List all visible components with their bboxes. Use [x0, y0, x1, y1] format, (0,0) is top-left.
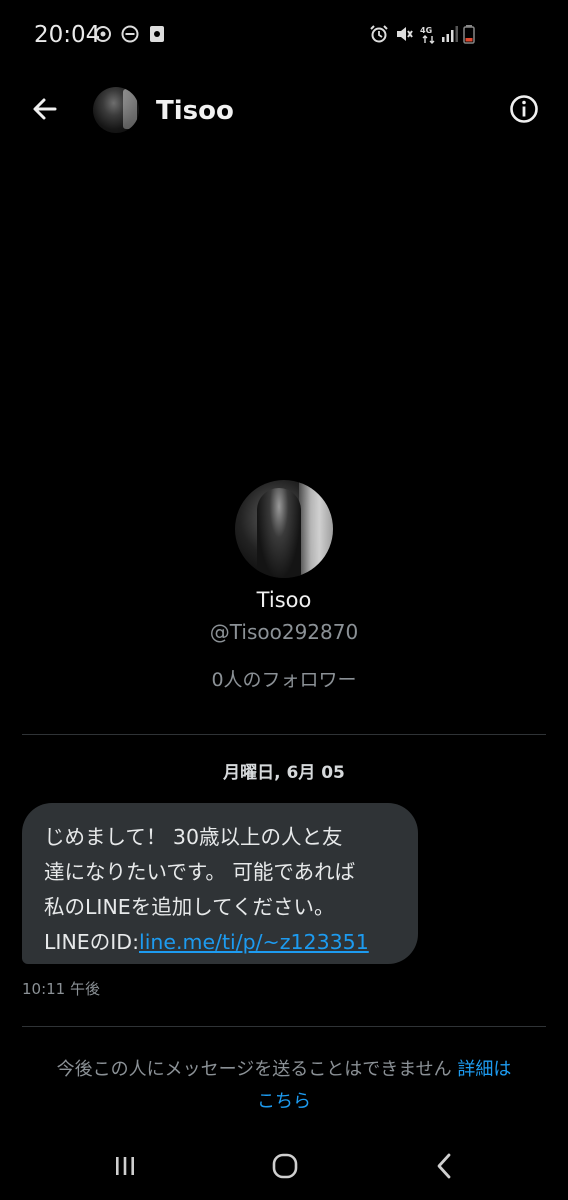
profile-handle[interactable]: @Tisoo292870	[0, 620, 568, 644]
status-time: 20:04	[34, 22, 101, 48]
notice-line: こちら	[0, 1086, 568, 1118]
follower-count: 0人のフォロワー	[211, 669, 357, 691]
svg-text:4G: 4G	[420, 26, 432, 35]
mute-icon	[394, 24, 414, 44]
message-line-prefix: LINEのID:	[44, 930, 139, 954]
avatar[interactable]	[93, 87, 139, 133]
profile-name[interactable]: Tisoo	[0, 588, 568, 612]
recent-apps-icon[interactable]	[105, 1150, 145, 1182]
back-nav-icon[interactable]	[424, 1150, 464, 1182]
notice-text: 今後この人にメッセージを送ることはできません	[56, 1059, 452, 1080]
signal-icon	[439, 24, 459, 44]
message-line-with-link: LINEのID:line.me/ti/p/~z123351	[44, 925, 396, 960]
cannot-message-notice: 今後この人にメッセージを送ることはできません 詳細は こちら	[0, 1054, 568, 1118]
avatar-figure-shape	[257, 488, 301, 578]
system-nav-bar	[0, 1138, 568, 1200]
4g-icon: 4G	[419, 24, 439, 44]
profile-avatar[interactable]	[235, 480, 333, 578]
notice-line: 今後この人にメッセージを送ることはできません 詳細は	[0, 1054, 568, 1086]
divider	[22, 1026, 546, 1027]
status-bar: 20:04 4G	[0, 0, 568, 70]
dm-conversation-screen: 20:04 4G Tisoo Tisoo @Tisoo292870 0人のフォロ…	[0, 0, 568, 1200]
message-line: 達になりたいです。 可能であれば	[44, 860, 356, 884]
message-line: じめまして！ 30歳以上の人と友	[44, 825, 343, 849]
dnd-icon	[120, 24, 140, 44]
home-icon[interactable]	[265, 1150, 305, 1182]
message-timestamp: 10:11 午後	[22, 980, 100, 998]
arrow-left-icon[interactable]	[28, 92, 62, 126]
conversation-header: Tisoo	[0, 70, 568, 150]
divider	[22, 734, 546, 735]
avatar-window-shape	[299, 480, 333, 578]
message-line: 私のLINEを追加してください。	[44, 895, 335, 919]
message-link[interactable]: line.me/ti/p/~z123351	[139, 930, 369, 954]
alarm-icon	[369, 24, 389, 44]
learn-more-link-continued[interactable]: こちら	[257, 1091, 311, 1112]
learn-more-link[interactable]: 詳細は	[457, 1059, 511, 1080]
message-bubble[interactable]: じめまして！ 30歳以上の人と友 達になりたいです。 可能であれば 私のLINE…	[22, 803, 418, 964]
sync-icon	[93, 24, 113, 44]
battery-icon	[460, 24, 480, 44]
page-title[interactable]: Tisoo	[156, 96, 234, 126]
info-icon[interactable]	[507, 92, 541, 126]
photo-icon	[147, 24, 167, 44]
date-separator: 月曜日, 6月 05	[223, 763, 345, 783]
